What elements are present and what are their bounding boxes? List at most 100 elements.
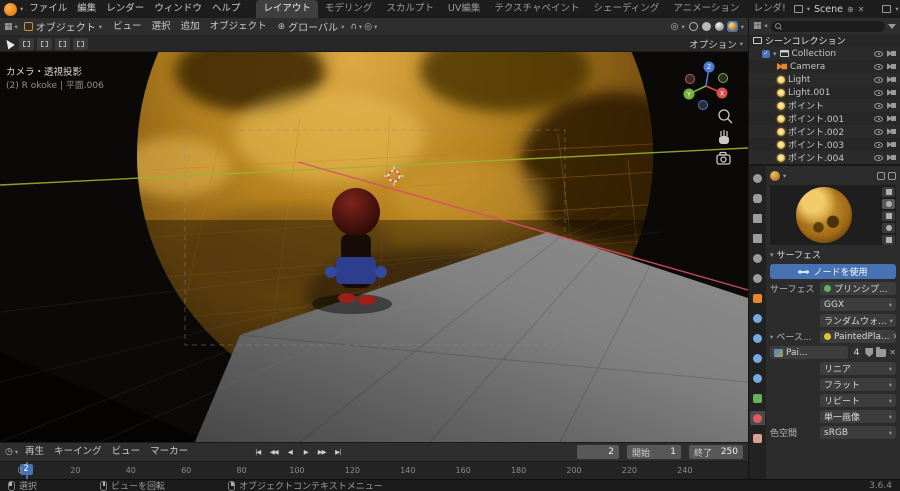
viewlayer-browse-chevron-icon[interactable]: ▾ (895, 5, 898, 13)
hide-in-viewport-toggle[interactable] (874, 154, 883, 161)
hide-in-viewport-toggle[interactable] (874, 128, 883, 135)
fake-user-shield-icon[interactable] (865, 348, 874, 357)
topbar-menu[interactable]: ヘルプ (207, 0, 246, 18)
prev-keyframe-button[interactable]: ◀◀ (266, 446, 281, 458)
overlays-chevron-icon[interactable]: ▾ (681, 23, 684, 31)
shading-rendered-button[interactable] (726, 21, 738, 32)
blender-menu-chevron-icon[interactable]: ▾ (20, 5, 23, 13)
mode-dropdown[interactable]: オブジェクト ▾ (20, 19, 106, 34)
workspace-tab[interactable]: レンダ! (746, 0, 792, 18)
workspace-tab[interactable]: テクスチャペイント (487, 0, 586, 18)
viewport-menu[interactable]: オブジェクト (205, 18, 272, 36)
properties-tab-viewlayer[interactable] (750, 231, 765, 245)
properties-options-icon[interactable] (888, 171, 896, 180)
snap-magnet-icon[interactable]: ∩ (350, 22, 357, 32)
properties-tab-object[interactable] (750, 291, 765, 305)
unlink-icon[interactable]: ✕ (893, 332, 896, 341)
disable-in-renders-toggle[interactable] (887, 50, 896, 57)
timeline-menu[interactable]: ビュー (107, 443, 146, 461)
outliner-row[interactable]: ポイント.004 (749, 151, 900, 164)
outliner-row[interactable]: ポイント.003 (749, 138, 900, 151)
image-users-count[interactable]: 4 (850, 346, 863, 359)
disable-in-renders-toggle[interactable] (887, 102, 896, 109)
outliner-search-input[interactable] (770, 20, 885, 32)
material-browse-chevron-icon[interactable]: ▾ (783, 172, 786, 180)
image-unlink-icon[interactable]: ✕ (889, 348, 896, 357)
play-button[interactable]: ▶ (298, 446, 313, 458)
workspace-tab[interactable]: アニメーション (666, 0, 746, 18)
outliner-row[interactable]: ポイント (749, 99, 900, 112)
blender-logo-icon[interactable] (4, 2, 17, 16)
use-nodes-button[interactable]: ノードを使用 (770, 264, 896, 279)
viewport-menu[interactable]: 選択 (147, 18, 176, 36)
properties-tab-texture[interactable] (750, 431, 765, 445)
image-name-field[interactable]: Pai... (770, 346, 848, 359)
disable-in-renders-toggle[interactable] (887, 76, 896, 83)
viewport-3d[interactable]: Z X Y カメラ・透視投影 (2) R okoke | 平面.006 (0, 52, 748, 442)
extension-dropdown[interactable]: リピート ▾ (820, 394, 896, 407)
surface-section-header[interactable]: ▾ サーフェス (770, 248, 896, 262)
workspace-tab[interactable]: シェーディング (586, 0, 666, 18)
hide-in-viewport-toggle[interactable] (874, 76, 883, 83)
viewport-menu[interactable]: 追加 (176, 18, 205, 36)
preview-type-cube-button[interactable] (882, 211, 895, 221)
axis-z-neg-handle[interactable] (698, 100, 708, 110)
base-color-texture-field[interactable]: PaintedPla... ✕ (820, 330, 896, 343)
topbar-menu[interactable]: レンダー (101, 0, 149, 18)
disable-in-renders-toggle[interactable] (887, 63, 896, 70)
scene-new-icon[interactable]: ⊕ (847, 5, 854, 14)
preview-type-hair-button[interactable] (882, 223, 895, 233)
properties-tab-tool[interactable] (750, 171, 765, 185)
workspace-tab[interactable]: スカルプト (379, 0, 441, 18)
projection-dropdown[interactable]: フラット ▾ (820, 378, 896, 391)
viewport-menu[interactable]: ビュー (108, 18, 147, 36)
pan-hand-icon[interactable] (719, 130, 729, 144)
hide-in-viewport-toggle[interactable] (874, 115, 883, 122)
open-folder-icon[interactable] (876, 346, 887, 357)
outliner-row[interactable]: ✓ ▾ Collection (749, 47, 900, 60)
current-frame-field[interactable]: 2 (577, 445, 619, 459)
hide-in-viewport-toggle[interactable] (874, 102, 883, 109)
viewport-canvas[interactable]: Z X Y (0, 52, 748, 442)
editor-type-chevron-icon[interactable]: ▾ (15, 23, 18, 31)
hide-in-viewport-toggle[interactable] (874, 50, 883, 57)
editor-type-icon[interactable]: ▦ (4, 22, 13, 32)
scene-browse-chevron-icon[interactable]: ▾ (807, 5, 810, 13)
timeline-menu[interactable]: マーカー (145, 443, 193, 461)
timeline-editor-chevron-icon[interactable]: ▾ (15, 448, 18, 456)
frame-start-field[interactable]: 開始 1 (627, 445, 681, 459)
jump-end-button[interactable]: ▶| (330, 446, 345, 458)
timeline-menu[interactable]: キーイング (49, 443, 107, 461)
topbar-menu[interactable]: ファイル (24, 0, 72, 18)
properties-tab-modifiers[interactable] (750, 311, 765, 325)
properties-tab-output[interactable] (750, 211, 765, 225)
select-tool-icon[interactable] (3, 37, 15, 50)
hide-in-viewport-toggle[interactable] (874, 141, 883, 148)
preview-type-sphere-button[interactable] (882, 199, 895, 209)
scene-name[interactable]: Scene (814, 4, 843, 15)
disable-in-renders-toggle[interactable] (887, 128, 896, 135)
select-mode-new-button[interactable] (19, 37, 34, 50)
source-dropdown[interactable]: 単一画像 ▾ (820, 410, 896, 423)
subsurface-method-dropdown[interactable]: ランダムウォ... ▾ (820, 314, 896, 327)
properties-tab-world[interactable] (750, 271, 765, 285)
shading-wireframe-button[interactable] (688, 21, 699, 32)
checkbox-icon[interactable]: ✓ (762, 49, 770, 58)
properties-tab-physics[interactable] (750, 351, 765, 365)
frame-end-field[interactable]: 終了 250 (689, 445, 743, 459)
interpolation-dropdown[interactable]: リニア ▾ (820, 362, 896, 375)
disable-in-renders-toggle[interactable] (887, 154, 896, 161)
options-dropdown[interactable]: オプション ▾ (689, 37, 743, 51)
disclosure-arrow-icon[interactable]: ▾ (773, 50, 777, 58)
select-mode-extend-button[interactable] (37, 37, 52, 50)
next-keyframe-button[interactable]: ▶▶ (314, 446, 329, 458)
timeline-menu[interactable]: 再生 (20, 443, 49, 461)
axis-x-neg-handle[interactable] (685, 74, 695, 84)
properties-tab-data[interactable] (750, 391, 765, 405)
workspace-tab[interactable]: モデリング (318, 0, 380, 18)
properties-tab-particles[interactable] (750, 331, 765, 345)
shading-chevron-icon[interactable]: ▾ (741, 23, 744, 31)
proportional-chevron-icon[interactable]: ▾ (374, 23, 377, 31)
pin-icon[interactable] (877, 171, 885, 180)
properties-tab-constraints[interactable] (750, 371, 765, 385)
